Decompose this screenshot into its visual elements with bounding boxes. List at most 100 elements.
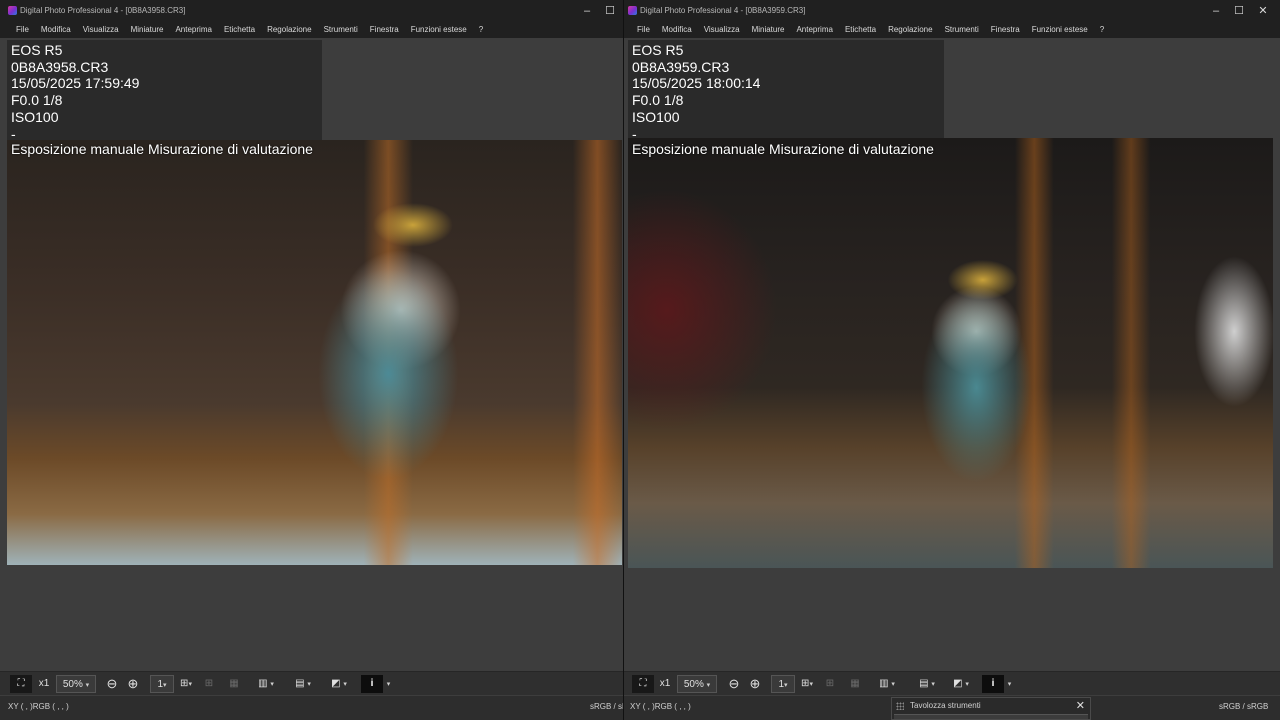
menu-regolazione[interactable]: Regolazione <box>882 22 938 38</box>
viewer-toolbar: ⛶ x1 50% ▾ ⊖ ⊕ 1▾ ⊞▾ ⊞ ▦ ▥ ▾ ▤ ▾ ◩ ▾ i ▾ <box>0 671 623 695</box>
menu-funzioni-estese[interactable]: Funzioni estese <box>1026 22 1094 38</box>
menu-visualizza[interactable]: Visualizza <box>698 22 746 38</box>
grid-view-button[interactable]: ⊞ <box>199 675 219 693</box>
tone-display-button[interactable]: ◩ ▾ <box>323 675 355 693</box>
menu-etichetta[interactable]: Etichetta <box>218 22 261 38</box>
highlight-warning-button[interactable]: ▥ ▾ <box>250 675 282 693</box>
info-display-button[interactable]: i <box>361 675 383 693</box>
menu-miniature[interactable]: Miniature <box>746 22 791 38</box>
close-button[interactable]: ✕ <box>1251 3 1275 19</box>
status-xy-rgb: XY ( , )RGB ( , , ) <box>630 702 691 711</box>
status-colorspace: sRGB / sRGB <box>1219 702 1269 711</box>
single-view-button[interactable]: 1▾ <box>150 675 174 693</box>
zoom-in-button[interactable]: ⊕ <box>746 675 764 693</box>
grid-overlay-button[interactable]: ▤ ▾ <box>911 675 943 693</box>
info-exposure: F0.0 1/8 <box>11 92 63 109</box>
info-menu-button[interactable]: ▾ <box>1005 675 1014 693</box>
info-exposure-mode-right: Esposizione manuale Misurazione di valut… <box>632 141 934 157</box>
maximize-button[interactable]: ☐ <box>598 3 622 19</box>
info-menu-button[interactable]: ▾ <box>384 675 393 693</box>
close-icon[interactable]: ✕ <box>1076 699 1085 712</box>
photo-preview-right[interactable] <box>628 138 1273 568</box>
info-file: 0B8A3958.CR3 <box>11 58 109 75</box>
info-exposure: F0.0 1/8 <box>632 92 684 109</box>
highlight-warning-button[interactable]: ▥ ▾ <box>871 675 903 693</box>
info-icon: i <box>370 678 374 689</box>
bars-icon: ▥ <box>258 678 268 689</box>
info-camera: EOS R5 <box>11 42 63 58</box>
menu-miniature[interactable]: Miniature <box>125 22 170 38</box>
chevron-down-icon: ▾ <box>85 682 90 689</box>
menu-anteprima[interactable]: Anteprima <box>790 22 838 38</box>
grid-view-button[interactable]: ⊞ <box>820 675 840 693</box>
grid-icon: ⊞ <box>825 678 835 689</box>
zoom-in-button[interactable]: ⊕ <box>124 675 142 693</box>
zoom-out-icon: ⊖ <box>106 676 118 691</box>
zoom-out-icon: ⊖ <box>728 676 740 691</box>
minimize-button[interactable]: – <box>1204 3 1228 19</box>
info-iso: ISO100 <box>11 108 59 125</box>
zoom-select[interactable]: 50% ▾ <box>677 675 717 693</box>
zoom-x1-button[interactable]: x1 <box>34 675 54 693</box>
menu-strumenti[interactable]: Strumenti <box>318 22 364 38</box>
info-file: 0B8A3959.CR3 <box>632 58 730 75</box>
af-point-icon: ▦ <box>850 678 860 689</box>
af-point-button[interactable]: ▦ <box>845 675 865 693</box>
grid-overlay-button[interactable]: ▤ ▾ <box>287 675 319 693</box>
menu-finestra[interactable]: Finestra <box>364 22 405 38</box>
menu-finestra[interactable]: Finestra <box>985 22 1026 38</box>
fit-icon: ⛶ <box>17 678 25 689</box>
menu-funzioni-estese[interactable]: Funzioni estese <box>405 22 473 38</box>
status-xy-rgb: XY ( , )RGB ( , , ) <box>8 702 69 711</box>
status-bar: XY ( , )RGB ( , , ) sRGB / sR <box>0 696 623 720</box>
zoom-in-icon: ⊕ <box>127 676 139 691</box>
fit-window-button[interactable]: ⛶ <box>632 675 654 693</box>
photo-preview[interactable] <box>7 140 622 565</box>
status-colorspace: sRGB / sR <box>590 702 623 711</box>
mesh-icon: ▤ <box>919 678 929 689</box>
menu-etichetta[interactable]: Etichetta <box>839 22 882 38</box>
maximize-button[interactable]: ☐ <box>1227 3 1251 19</box>
menu-bar: File Modifica Visualizza Miniature Antep… <box>0 22 623 38</box>
menu-modifica[interactable]: Modifica <box>35 22 77 38</box>
menu-visualizza[interactable]: Visualizza <box>77 22 125 38</box>
info-exposure-mode: Esposizione manuale Misurazione di valut… <box>11 141 313 157</box>
chevron-down-icon: ▾ <box>386 681 391 688</box>
compare-view-button[interactable]: ⊞▾ <box>796 675 818 693</box>
zoom-out-button[interactable]: ⊖ <box>103 675 121 693</box>
info-display-button[interactable]: i <box>982 675 1004 693</box>
minimize-button[interactable]: – <box>575 3 599 19</box>
menu-bar: File Modifica Visualizza Miniature Antep… <box>624 22 1280 38</box>
tone-icon: ◩ <box>953 678 963 689</box>
af-point-button[interactable]: ▦ <box>224 675 244 693</box>
menu-help[interactable]: ? <box>1094 22 1110 38</box>
info-dash: - <box>11 125 16 142</box>
menu-file[interactable]: File <box>631 22 656 38</box>
menu-anteprima[interactable]: Anteprima <box>169 22 217 38</box>
zoom-x1-button[interactable]: x1 <box>655 675 675 693</box>
drag-handle-icon[interactable] <box>896 702 904 710</box>
tone-display-button[interactable]: ◩ ▾ <box>945 675 977 693</box>
menu-help[interactable]: ? <box>473 22 489 38</box>
title-bar[interactable]: Digital Photo Professional 4 - [0B8A3958… <box>0 0 623 22</box>
menu-regolazione[interactable]: Regolazione <box>261 22 317 38</box>
info-iso: ISO100 <box>632 108 680 125</box>
menu-strumenti[interactable]: Strumenti <box>939 22 985 38</box>
app-icon <box>628 6 637 15</box>
palette-tool-strip[interactable] <box>894 714 1088 719</box>
mesh-icon: ▤ <box>295 678 305 689</box>
compare-view-button[interactable]: ⊞▾ <box>175 675 197 693</box>
info-dash: - <box>632 125 637 142</box>
shooting-info-overlay: EOS R5 0B8A3958.CR3 15/05/2025 17:59:49 … <box>7 40 322 142</box>
zoom-out-button[interactable]: ⊖ <box>725 675 743 693</box>
palette-title: Tavolozza strumenti <box>910 701 981 710</box>
fit-window-button[interactable]: ⛶ <box>10 675 32 693</box>
info-datetime: 15/05/2025 17:59:49 <box>11 75 140 92</box>
menu-file[interactable]: File <box>10 22 35 38</box>
zoom-select[interactable]: 50% ▾ <box>56 675 96 693</box>
chevron-down-icon: ▾ <box>1007 681 1012 688</box>
title-bar[interactable]: Digital Photo Professional 4 - [0B8A3959… <box>624 0 1280 22</box>
single-view-button[interactable]: 1▾ <box>771 675 795 693</box>
tool-palette[interactable]: Tavolozza strumenti ✕ <box>891 697 1091 720</box>
menu-modifica[interactable]: Modifica <box>656 22 698 38</box>
